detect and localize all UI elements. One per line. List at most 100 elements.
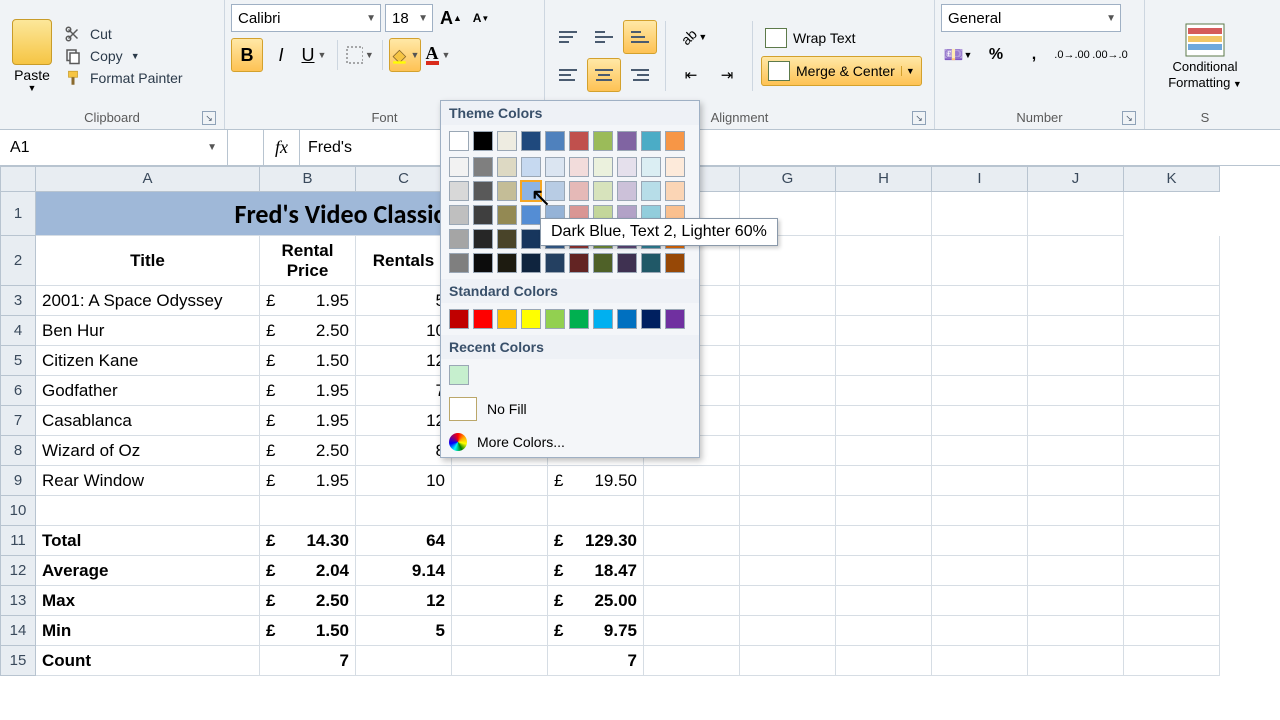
cell[interactable] <box>740 496 836 526</box>
color-swatch[interactable] <box>641 253 661 273</box>
color-swatch[interactable] <box>569 253 589 273</box>
increase-indent-button[interactable]: ⇥ <box>710 58 744 92</box>
col-header[interactable]: G <box>740 166 836 192</box>
cell[interactable] <box>452 616 548 646</box>
cell[interactable] <box>1028 406 1124 436</box>
cell[interactable] <box>1124 526 1220 556</box>
color-swatch[interactable] <box>449 157 469 177</box>
align-bottom-button[interactable] <box>623 20 657 54</box>
color-swatch[interactable] <box>497 229 517 249</box>
cell[interactable] <box>836 406 932 436</box>
row-header[interactable]: 2 <box>0 236 36 286</box>
grow-font-button[interactable]: A▲ <box>437 4 465 32</box>
cell[interactable] <box>452 526 548 556</box>
cell[interactable] <box>1028 526 1124 556</box>
cell[interactable] <box>1028 646 1124 676</box>
cell[interactable] <box>932 346 1028 376</box>
cell[interactable] <box>932 376 1028 406</box>
color-swatch[interactable] <box>593 309 613 329</box>
color-swatch[interactable] <box>449 309 469 329</box>
cell[interactable] <box>836 192 932 236</box>
row-header[interactable]: 3 <box>0 286 36 316</box>
cell[interactable] <box>356 496 452 526</box>
fill-color-button[interactable]: ▼ <box>389 38 421 72</box>
col-header[interactable]: J <box>1028 166 1124 192</box>
cell[interactable] <box>1124 346 1220 376</box>
col-header[interactable]: A <box>36 166 260 192</box>
cell[interactable] <box>740 616 836 646</box>
borders-button[interactable]: ▼ <box>344 38 376 72</box>
cell[interactable] <box>836 346 932 376</box>
cell[interactable] <box>1028 436 1124 466</box>
cell[interactable]: £2.50 <box>260 586 356 616</box>
cell[interactable] <box>1028 192 1124 236</box>
cell[interactable] <box>836 376 932 406</box>
row-header[interactable]: 7 <box>0 406 36 436</box>
format-painter-button[interactable]: Format Painter <box>62 69 183 87</box>
cell[interactable] <box>1028 466 1124 496</box>
cell[interactable] <box>1028 286 1124 316</box>
decrease-decimal-button[interactable]: .00→.0 <box>1093 38 1127 72</box>
cell[interactable] <box>644 586 740 616</box>
cell[interactable] <box>932 466 1028 496</box>
cell[interactable] <box>1028 496 1124 526</box>
cell[interactable] <box>1124 436 1220 466</box>
cell[interactable] <box>740 316 836 346</box>
cell[interactable]: Ben Hur <box>36 316 260 346</box>
cell[interactable] <box>1124 236 1220 286</box>
color-swatch[interactable] <box>521 229 541 249</box>
cell[interactable] <box>932 526 1028 556</box>
color-swatch[interactable] <box>593 181 613 201</box>
cell[interactable] <box>740 376 836 406</box>
merge-center-button[interactable]: Merge & Center▼ <box>761 56 922 86</box>
color-swatch[interactable] <box>473 229 493 249</box>
cell[interactable] <box>836 496 932 526</box>
cell[interactable]: £2.50 <box>260 316 356 346</box>
cell[interactable] <box>1124 556 1220 586</box>
color-swatch[interactable] <box>521 253 541 273</box>
alignment-dialog-launcher[interactable]: ↘ <box>912 111 926 125</box>
color-swatch[interactable] <box>497 157 517 177</box>
color-swatch[interactable] <box>449 205 469 225</box>
col-header[interactable]: I <box>932 166 1028 192</box>
cell[interactable] <box>932 286 1028 316</box>
color-swatch[interactable] <box>473 181 493 201</box>
cell[interactable] <box>740 406 836 436</box>
cell[interactable]: £1.95 <box>260 286 356 316</box>
cell[interactable] <box>932 406 1028 436</box>
cell[interactable]: 64 <box>356 526 452 556</box>
clipboard-dialog-launcher[interactable]: ↘ <box>202 111 216 125</box>
color-swatch[interactable] <box>665 131 685 151</box>
cell[interactable] <box>452 556 548 586</box>
cell[interactable] <box>740 466 836 496</box>
cell[interactable] <box>644 526 740 556</box>
cell[interactable]: £25.00 <box>548 586 644 616</box>
copy-button[interactable]: Copy▼ <box>62 47 183 65</box>
cell[interactable] <box>1124 376 1220 406</box>
no-fill-item[interactable]: No Fill <box>441 391 699 427</box>
italic-button[interactable]: I <box>265 38 297 72</box>
cell[interactable] <box>1028 236 1124 286</box>
number-format-combo[interactable]: General▼ <box>941 4 1121 32</box>
color-swatch[interactable] <box>641 181 661 201</box>
cell[interactable]: Wizard of Oz <box>36 436 260 466</box>
more-colors-item[interactable]: More Colors... <box>441 427 699 457</box>
color-swatch[interactable] <box>521 157 541 177</box>
col-header[interactable]: K <box>1124 166 1220 192</box>
cell[interactable] <box>932 192 1028 236</box>
cell[interactable] <box>932 436 1028 466</box>
cell[interactable]: £1.95 <box>260 406 356 436</box>
color-swatch[interactable] <box>617 253 637 273</box>
color-swatch[interactable] <box>617 181 637 201</box>
cell[interactable]: £1.95 <box>260 376 356 406</box>
cell[interactable] <box>836 466 932 496</box>
color-swatch[interactable] <box>545 181 565 201</box>
cell[interactable]: 2001: A Space Odyssey <box>36 286 260 316</box>
cell[interactable]: Min <box>36 616 260 646</box>
col-header[interactable]: H <box>836 166 932 192</box>
cell[interactable]: Total <box>36 526 260 556</box>
cell[interactable] <box>1124 496 1220 526</box>
color-swatch[interactable] <box>449 253 469 273</box>
percent-button[interactable]: % <box>979 38 1013 72</box>
cell[interactable]: Max <box>36 586 260 616</box>
